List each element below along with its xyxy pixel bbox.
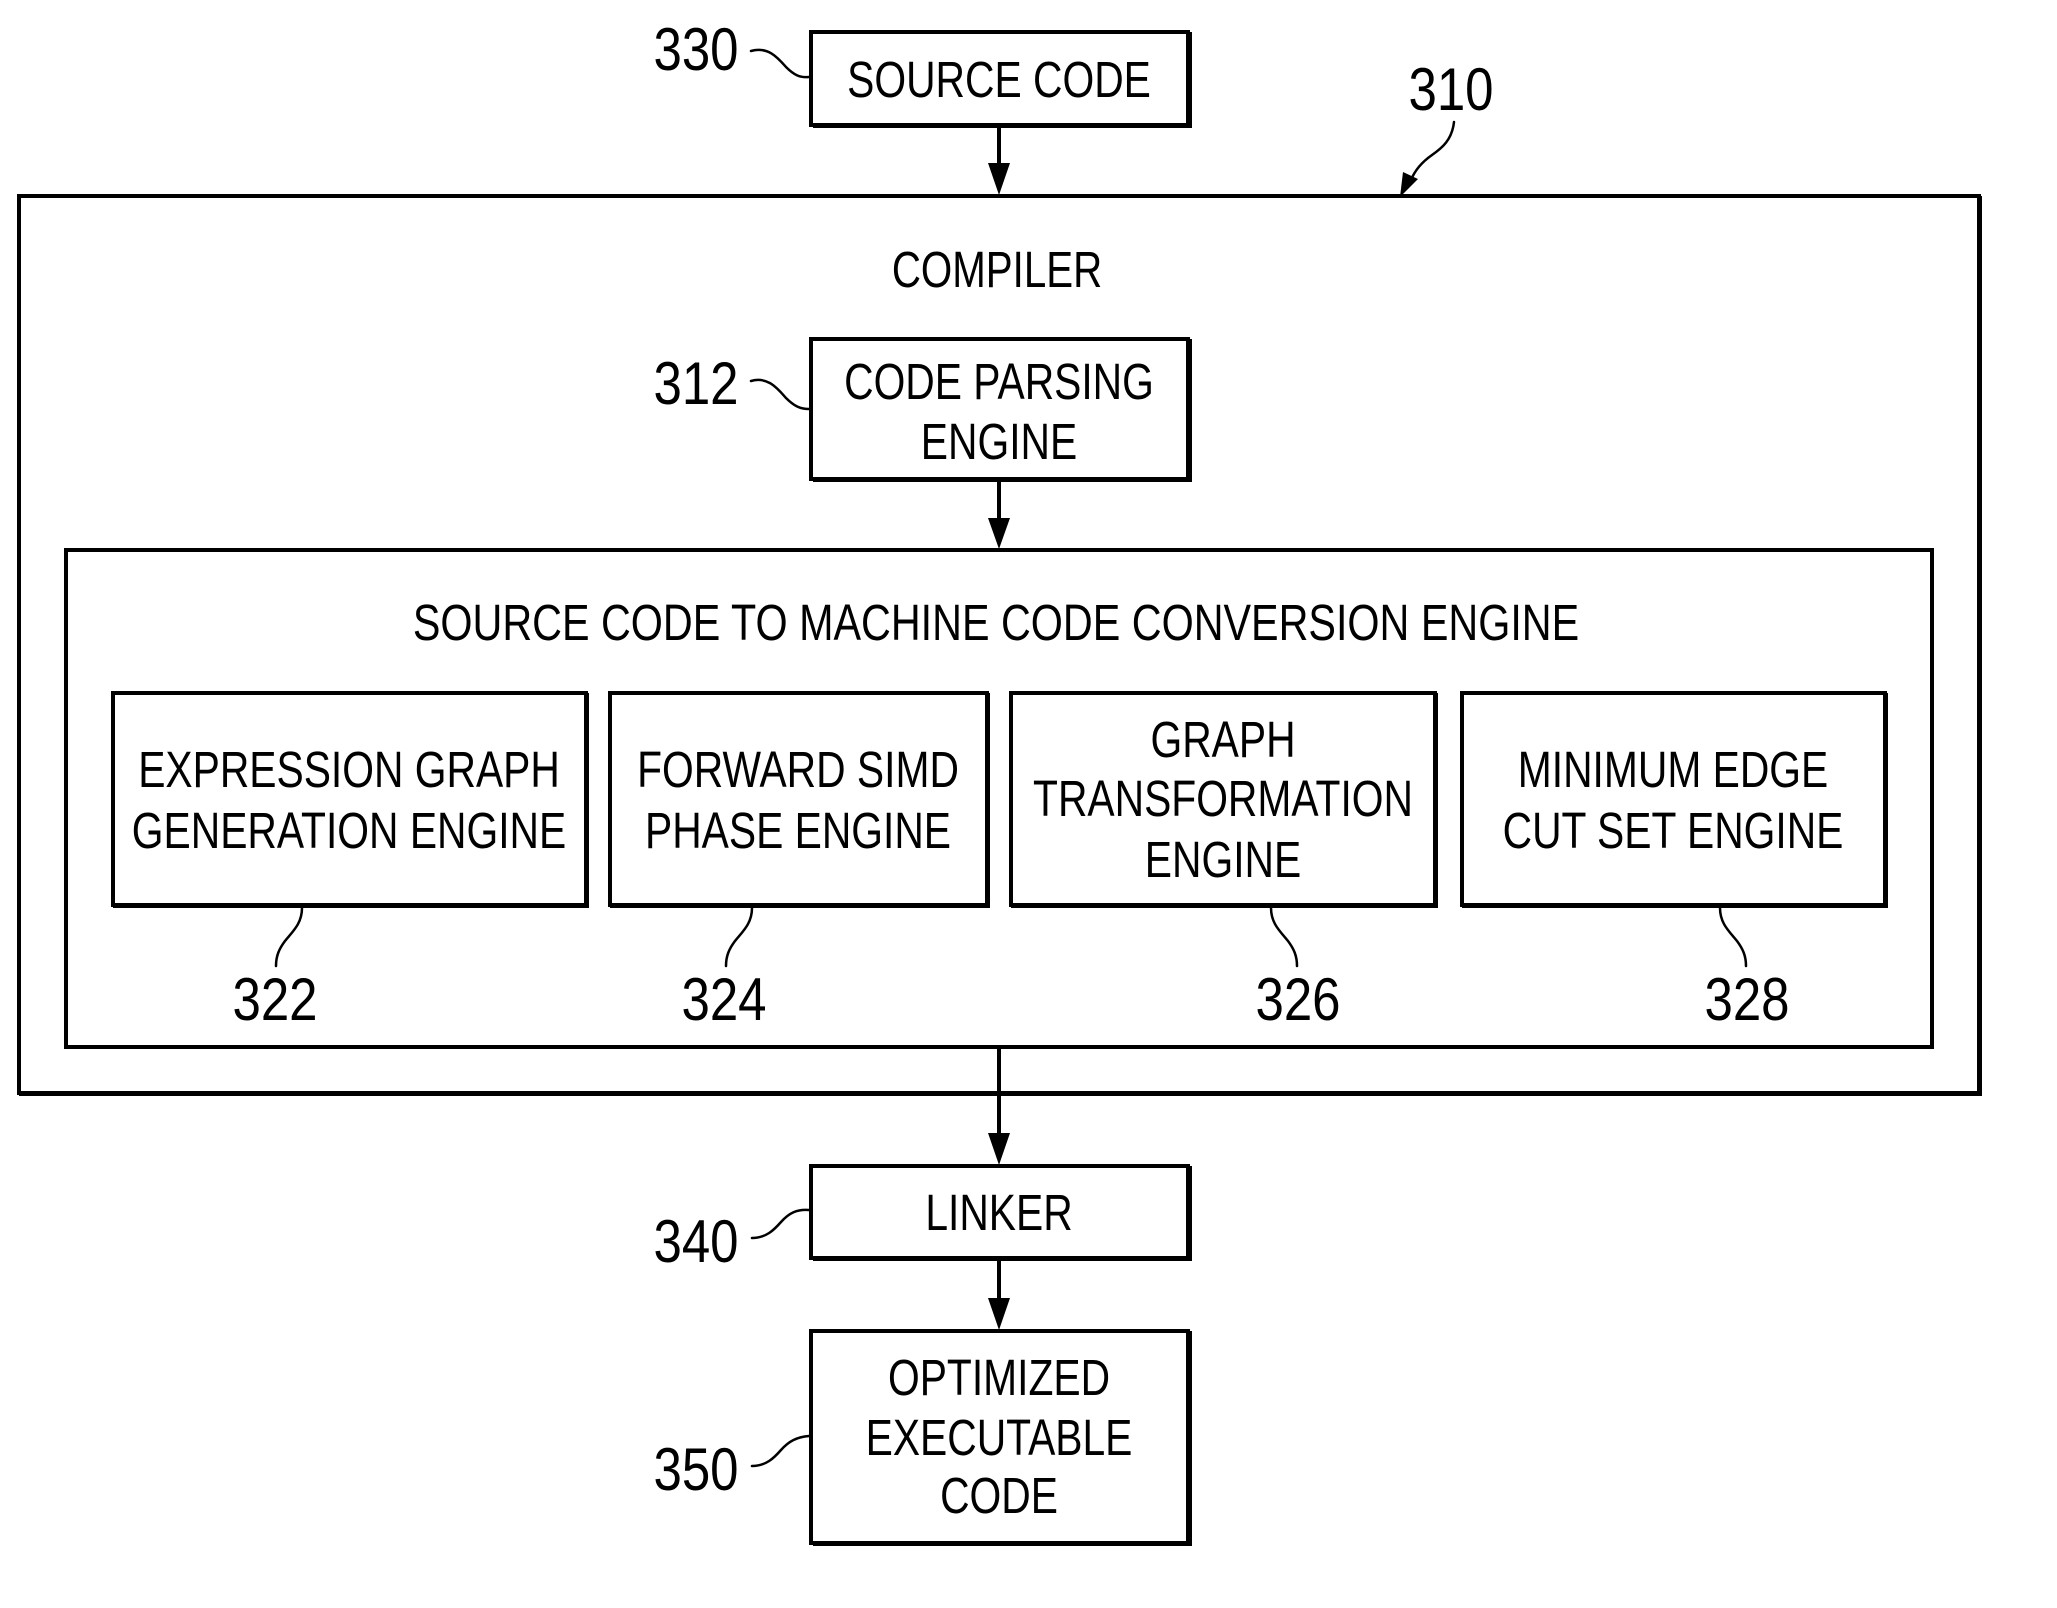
ref-310-arrow-head-icon	[1400, 172, 1418, 197]
ref-340-lead-line	[750, 1208, 811, 1240]
conversion-engine-title: SOURCE CODE TO MACHINE CODE CONVERSION E…	[413, 594, 1579, 651]
graph-transformation-label-line-1: GRAPH	[1150, 711, 1295, 768]
optimized-label-line-3: CODE	[940, 1467, 1058, 1524]
graph-transformation-label-line-2: TRANSFORMATION	[1033, 770, 1413, 827]
ref-330-callout: 330	[653, 16, 811, 83]
ref-328-callout: 328	[1704, 906, 1790, 1033]
forward-simd-label-line-1: FORWARD SIMD	[637, 741, 959, 798]
ref-322-label: 322	[232, 966, 317, 1033]
ref-350-lead-line	[750, 1434, 811, 1468]
minimum-edge-label-line-2: CUT SET ENGINE	[1503, 802, 1844, 859]
ref-350-callout: 350	[653, 1434, 811, 1503]
ref-328-lead-line	[1718, 906, 1748, 968]
ref-340-callout: 340	[653, 1208, 811, 1275]
minimum-edge-cut-set-engine-box	[1460, 691, 1887, 907]
optimized-executable-code-block: OPTIMIZED EXECUTABLE CODE	[809, 1329, 1192, 1546]
ref-322-callout: 322	[232, 906, 318, 1033]
ref-322-lead-line	[274, 906, 304, 968]
ref-324-label: 324	[681, 966, 766, 1033]
expression-graph-label-line-1: EXPRESSION GRAPH	[138, 741, 560, 798]
minimum-edge-label-line-1: MINIMUM EDGE	[1518, 741, 1828, 798]
compiler-block-diagram: SOURCE CODE 330 COMPILER 310 CODE PARSIN…	[17, 16, 1982, 1546]
forward-simd-phase-engine-box	[608, 691, 989, 907]
code-parsing-engine-label-line-2: ENGINE	[921, 413, 1077, 470]
arrow-head-icon	[988, 1298, 1010, 1330]
code-parsing-engine-label-line-1: CODE PARSING	[844, 353, 1154, 410]
ref-310-lead-line	[1409, 120, 1456, 182]
ref-326-callout: 326	[1255, 906, 1341, 1033]
code-parsing-engine-block: CODE PARSING ENGINE	[809, 337, 1192, 482]
source-code-block: SOURCE CODE	[809, 30, 1192, 128]
ref-330-lead-line	[749, 48, 811, 79]
ref-310-label: 310	[1408, 56, 1493, 123]
ref-324-callout: 324	[681, 906, 767, 1033]
arrow-parsing-to-conversion	[988, 481, 1010, 549]
expression-graph-generation-engine-box	[111, 691, 588, 907]
arrow-head-icon	[988, 518, 1010, 549]
graph-transformation-engine-block: GRAPH TRANSFORMATION ENGINE	[1009, 691, 1438, 908]
ref-340-label: 340	[653, 1208, 738, 1275]
arrow-linker-to-optimized	[988, 1260, 1010, 1330]
ref-312-lead-line	[749, 378, 811, 411]
arrow-source-to-compiler	[988, 127, 1010, 195]
linker-label: LINKER	[925, 1184, 1072, 1241]
forward-simd-label-line-2: PHASE ENGINE	[645, 802, 951, 859]
graph-transformation-label-line-3: ENGINE	[1145, 831, 1301, 888]
minimum-edge-cut-set-engine-block: MINIMUM EDGE CUT SET ENGINE	[1460, 691, 1888, 908]
ref-350-label: 350	[653, 1436, 738, 1503]
ref-312-label: 312	[653, 350, 738, 417]
optimized-label-line-1: OPTIMIZED	[888, 1349, 1110, 1406]
ref-326-label: 326	[1255, 966, 1340, 1033]
ref-312-callout: 312	[653, 350, 811, 417]
ref-326-lead-line	[1269, 906, 1299, 968]
arrow-conversion-to-linker	[988, 1049, 1010, 1165]
arrow-head-icon	[988, 163, 1010, 195]
ref-328-label: 328	[1704, 966, 1789, 1033]
expression-graph-generation-engine-block: EXPRESSION GRAPH GENERATION ENGINE	[111, 691, 589, 908]
source-code-label: SOURCE CODE	[847, 51, 1151, 108]
linker-block: LINKER	[809, 1164, 1192, 1261]
compiler-title: COMPILER	[892, 240, 1102, 298]
ref-330-label: 330	[653, 16, 738, 83]
ref-324-lead-line	[724, 906, 754, 968]
arrow-head-icon	[988, 1133, 1010, 1165]
ref-310-callout: 310	[1400, 56, 1494, 197]
forward-simd-phase-engine-block: FORWARD SIMD PHASE ENGINE	[608, 691, 990, 908]
optimized-label-line-2: EXECUTABLE	[866, 1409, 1133, 1466]
expression-graph-label-line-2: GENERATION ENGINE	[132, 802, 566, 859]
